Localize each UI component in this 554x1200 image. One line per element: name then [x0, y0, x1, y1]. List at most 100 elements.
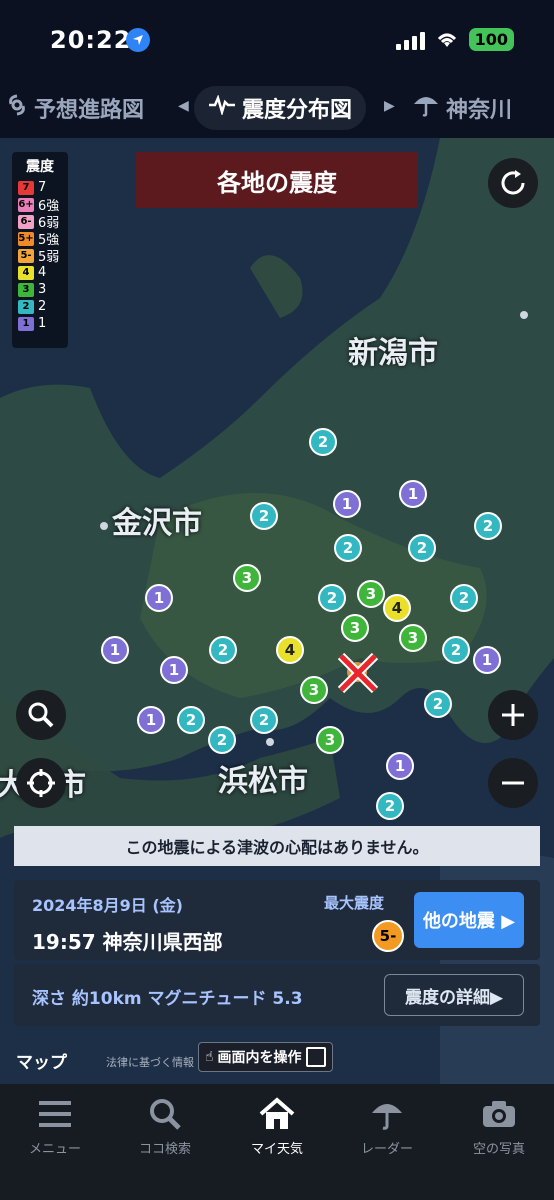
search-button[interactable]	[16, 690, 66, 740]
map-title-banner: 各地の震度	[136, 152, 418, 208]
nav-menu[interactable]: メニュー	[0, 1094, 110, 1157]
umbrella-icon	[332, 1094, 442, 1134]
zoom-in-button[interactable]	[488, 690, 538, 740]
intensity-marker[interactable]: 3	[341, 614, 369, 642]
city-dot	[520, 311, 528, 319]
city-label-kanazawa: 金沢市	[112, 506, 202, 541]
intensity-marker[interactable]: 2	[450, 584, 478, 612]
clock: 20:22	[50, 26, 132, 54]
status-bar: 20:22 100	[0, 0, 554, 80]
legend-row: 33	[18, 281, 68, 298]
legend-swatch: 1	[18, 316, 34, 331]
intensity-marker[interactable]: 3	[399, 624, 427, 652]
intensity-marker[interactable]: 1	[399, 480, 427, 508]
intensity-marker[interactable]: 2	[474, 512, 502, 540]
intensity-marker[interactable]: 2	[309, 428, 337, 456]
nav-sky-photo[interactable]: 空の写真	[444, 1094, 554, 1157]
intensity-marker[interactable]: 3	[316, 726, 344, 754]
quake-date: 2024年8月9日 (金)	[32, 896, 183, 915]
intensity-legend: 震度 7 7 6+ 6強 6- 6弱 5+ 5強 5- 5弱 4 4 3 3 2 2 1 1	[12, 152, 68, 348]
legend-swatch: 3	[18, 282, 34, 297]
city-dot	[100, 522, 108, 530]
earthquake-info-panel: 2024年8月9日 (金) 19:57 神奈川県西部 最大震度 5- 他の地震 …	[14, 880, 540, 960]
intensity-marker[interactable]: 1	[137, 706, 165, 734]
intensity-marker[interactable]: 2	[408, 534, 436, 562]
legend-label: 2	[38, 299, 47, 314]
other-earthquakes-button[interactable]: 他の地震 ▶	[414, 892, 524, 948]
nav-label: マイ天気	[250, 1142, 303, 1157]
nav-search[interactable]: ココ検索	[110, 1094, 220, 1157]
nav-label: 空の写真	[472, 1142, 525, 1157]
camera-icon	[444, 1094, 554, 1134]
legal-link[interactable]: 法律に基づく情報	[106, 1054, 194, 1070]
tab-label: 震度分布図	[242, 98, 353, 123]
city-dot	[266, 738, 274, 746]
city-label-hamamatsu: 浜松市	[218, 764, 308, 799]
legend-label: 7	[38, 180, 47, 195]
intensity-marker[interactable]: 2	[442, 636, 470, 664]
intensity-marker[interactable]: 2	[250, 706, 278, 734]
menu-icon	[0, 1094, 110, 1134]
intensity-marker[interactable]: 2	[424, 690, 452, 718]
quake-time-location: 19:57 神奈川県西部	[32, 930, 223, 954]
intensity-marker[interactable]: 1	[473, 646, 501, 674]
nav-label: レーダー	[360, 1142, 413, 1157]
legend-swatch: 2	[18, 299, 34, 314]
tab-label: 予想進路図	[34, 98, 145, 123]
operate-map-checkbox[interactable]	[305, 1047, 326, 1067]
intensity-detail-button[interactable]: 震度の詳細▶	[384, 974, 524, 1016]
tab-seismic-intensity[interactable]: 震度分布図	[194, 86, 367, 130]
intensity-marker[interactable]: 1	[333, 490, 361, 518]
umbrella-icon	[412, 93, 440, 123]
intensity-marker[interactable]: 1	[386, 752, 414, 780]
legend-row: 5+ 5強	[18, 230, 68, 248]
intensity-marker[interactable]: 3	[357, 580, 385, 608]
operate-map-label: 画面内を操作	[217, 1050, 302, 1066]
tab-typhoon-track[interactable]: 予想進路図	[6, 92, 144, 124]
location-arrow-icon	[126, 28, 150, 52]
intensity-marker[interactable]: 2	[209, 636, 237, 664]
legend-row: 22	[18, 298, 68, 315]
legend-row: 6+ 6強	[18, 196, 68, 214]
intensity-marker[interactable]: 3	[233, 564, 261, 592]
intensity-marker[interactable]: 2	[376, 792, 404, 820]
zoom-out-button[interactable]	[488, 758, 538, 808]
intensity-marker[interactable]: 2	[208, 726, 236, 754]
map-tabs: 予想進路図 ◀ 震度分布図 ▶ 神奈川	[0, 80, 554, 138]
legend-label: 4	[38, 265, 47, 280]
intensity-marker[interactable]: 2	[318, 584, 346, 612]
intensity-marker[interactable]: 4	[383, 594, 411, 622]
intensity-marker[interactable]: 3	[300, 676, 328, 704]
legend-label: 3	[38, 282, 47, 297]
nav-radar[interactable]: レーダー	[332, 1094, 442, 1157]
chevron-right-icon[interactable]: ▶	[384, 98, 395, 114]
legend-title: 震度	[26, 159, 54, 175]
legend-row: 44	[18, 264, 68, 281]
refresh-button[interactable]	[488, 158, 538, 208]
intensity-marker[interactable]: 1	[145, 584, 173, 612]
operate-map-toggle[interactable]: ☝ 画面内を操作	[198, 1042, 333, 1072]
home-icon	[222, 1094, 332, 1134]
wifi-icon	[437, 33, 456, 47]
legend-row: 11	[18, 315, 68, 332]
earthquake-detail-panel: 深さ 約10km マグニチュード 5.3 震度の詳細▶	[14, 964, 540, 1026]
nav-my-weather[interactable]: マイ天気	[222, 1094, 332, 1157]
bottom-navigation: メニュー ココ検索 マイ天気 レーダー 空の写真	[0, 1084, 554, 1200]
tsunami-notice: この地震による津波の心配はありません。	[14, 826, 540, 866]
legend-label: 5弱	[38, 250, 60, 265]
intensity-marker[interactable]: 1	[160, 656, 188, 684]
legend-row: 5- 5弱	[18, 247, 68, 265]
chevron-left-icon[interactable]: ◀	[178, 98, 189, 114]
intensity-marker[interactable]: 1	[101, 636, 129, 664]
refresh-icon	[501, 170, 525, 195]
max-intensity-label: 最大震度	[324, 894, 385, 912]
intensity-marker[interactable]: 2	[334, 534, 362, 562]
intensity-marker[interactable]: 2	[250, 502, 278, 530]
minus-icon	[502, 781, 524, 785]
intensity-marker[interactable]: 4	[276, 636, 304, 664]
tab-kanagawa[interactable]: 神奈川	[412, 92, 512, 124]
map-attribution[interactable]: マップ	[16, 1048, 67, 1073]
nav-label: メニュー	[28, 1142, 81, 1157]
intensity-marker[interactable]: 2	[177, 706, 205, 734]
locate-button[interactable]	[16, 758, 66, 808]
